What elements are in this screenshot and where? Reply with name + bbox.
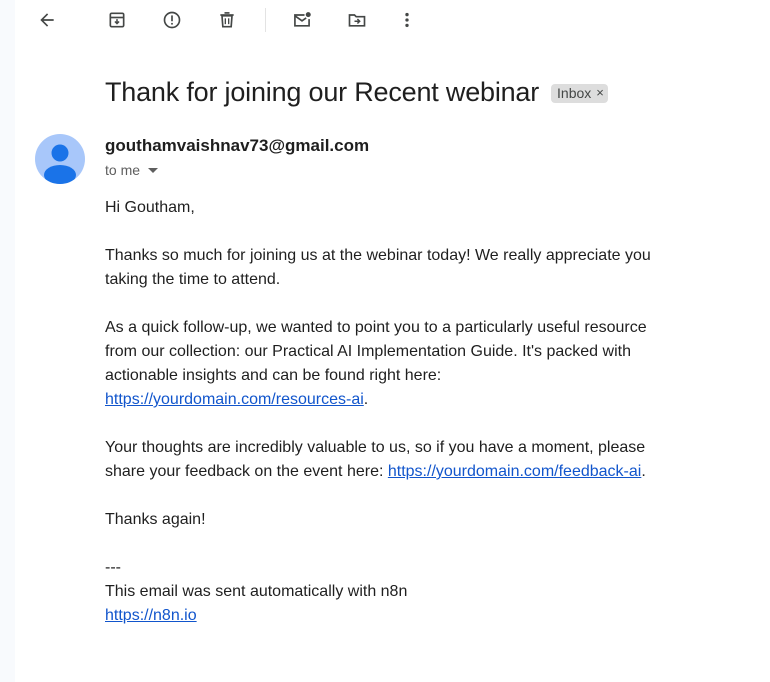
period: . — [641, 463, 646, 480]
delete-button[interactable] — [211, 4, 243, 36]
report-spam-button[interactable] — [156, 4, 188, 36]
archive-icon — [109, 12, 125, 28]
signature-separator: --- — [105, 559, 121, 576]
person-icon — [44, 144, 76, 184]
inbox-label-chip[interactable]: Inbox × — [551, 83, 608, 103]
closing-line: Thanks again! — [105, 511, 206, 528]
recipient-text: to me — [105, 162, 141, 178]
chevron-down-icon[interactable] — [148, 167, 159, 173]
feedback-link[interactable]: https://yourdomain.com/feedback-ai — [388, 463, 641, 480]
more-vertical-icon — [405, 12, 409, 28]
move-to-folder-icon — [348, 14, 366, 27]
body-paragraph-1: Thanks so much for joining us at the web… — [105, 247, 651, 288]
greeting: Hi Goutham, — [105, 199, 195, 216]
signature: --- This email was sent automatically wi… — [105, 556, 665, 628]
n8n-link[interactable]: https://n8n.io — [105, 607, 197, 624]
paragraph-2-text: As a quick follow-up, we wanted to point… — [105, 319, 647, 384]
email-body: Hi Goutham, Thanks so much for joining u… — [105, 196, 665, 628]
more-options-button[interactable] — [391, 4, 423, 36]
email-subject: Thank for joining our Recent webinar — [105, 76, 540, 107]
arrow-left-icon — [40, 13, 54, 27]
resources-link[interactable]: https://yourdomain.com/resources-ai — [105, 391, 364, 408]
recipient-details[interactable]: to me — [105, 162, 159, 178]
signature-text: This email was sent automatically with n… — [105, 583, 408, 600]
toolbar-divider — [265, 8, 266, 32]
remove-label-icon[interactable]: × — [596, 85, 604, 100]
body-paragraph-3: Your thoughts are incredibly valuable to… — [105, 436, 665, 484]
mark-unread-icon — [294, 12, 311, 27]
mark-unread-button[interactable] — [286, 4, 318, 36]
move-to-button[interactable] — [341, 4, 373, 36]
back-button[interactable] — [31, 4, 63, 36]
period: . — [363, 391, 369, 408]
archive-button[interactable] — [101, 4, 133, 36]
sender-email[interactable]: gouthamvaishnav73@gmail.com — [105, 136, 369, 156]
report-icon — [163, 11, 181, 29]
label-text: Inbox — [557, 84, 592, 101]
trash-icon — [220, 12, 234, 28]
body-paragraph-2: As a quick follow-up, we wanted to point… — [105, 316, 665, 412]
subject-row: Thank for joining our Recent webinar Inb… — [105, 74, 608, 110]
sender-avatar[interactable] — [35, 134, 85, 184]
message-toolbar — [15, 0, 770, 40]
left-panel-strip — [0, 0, 15, 682]
